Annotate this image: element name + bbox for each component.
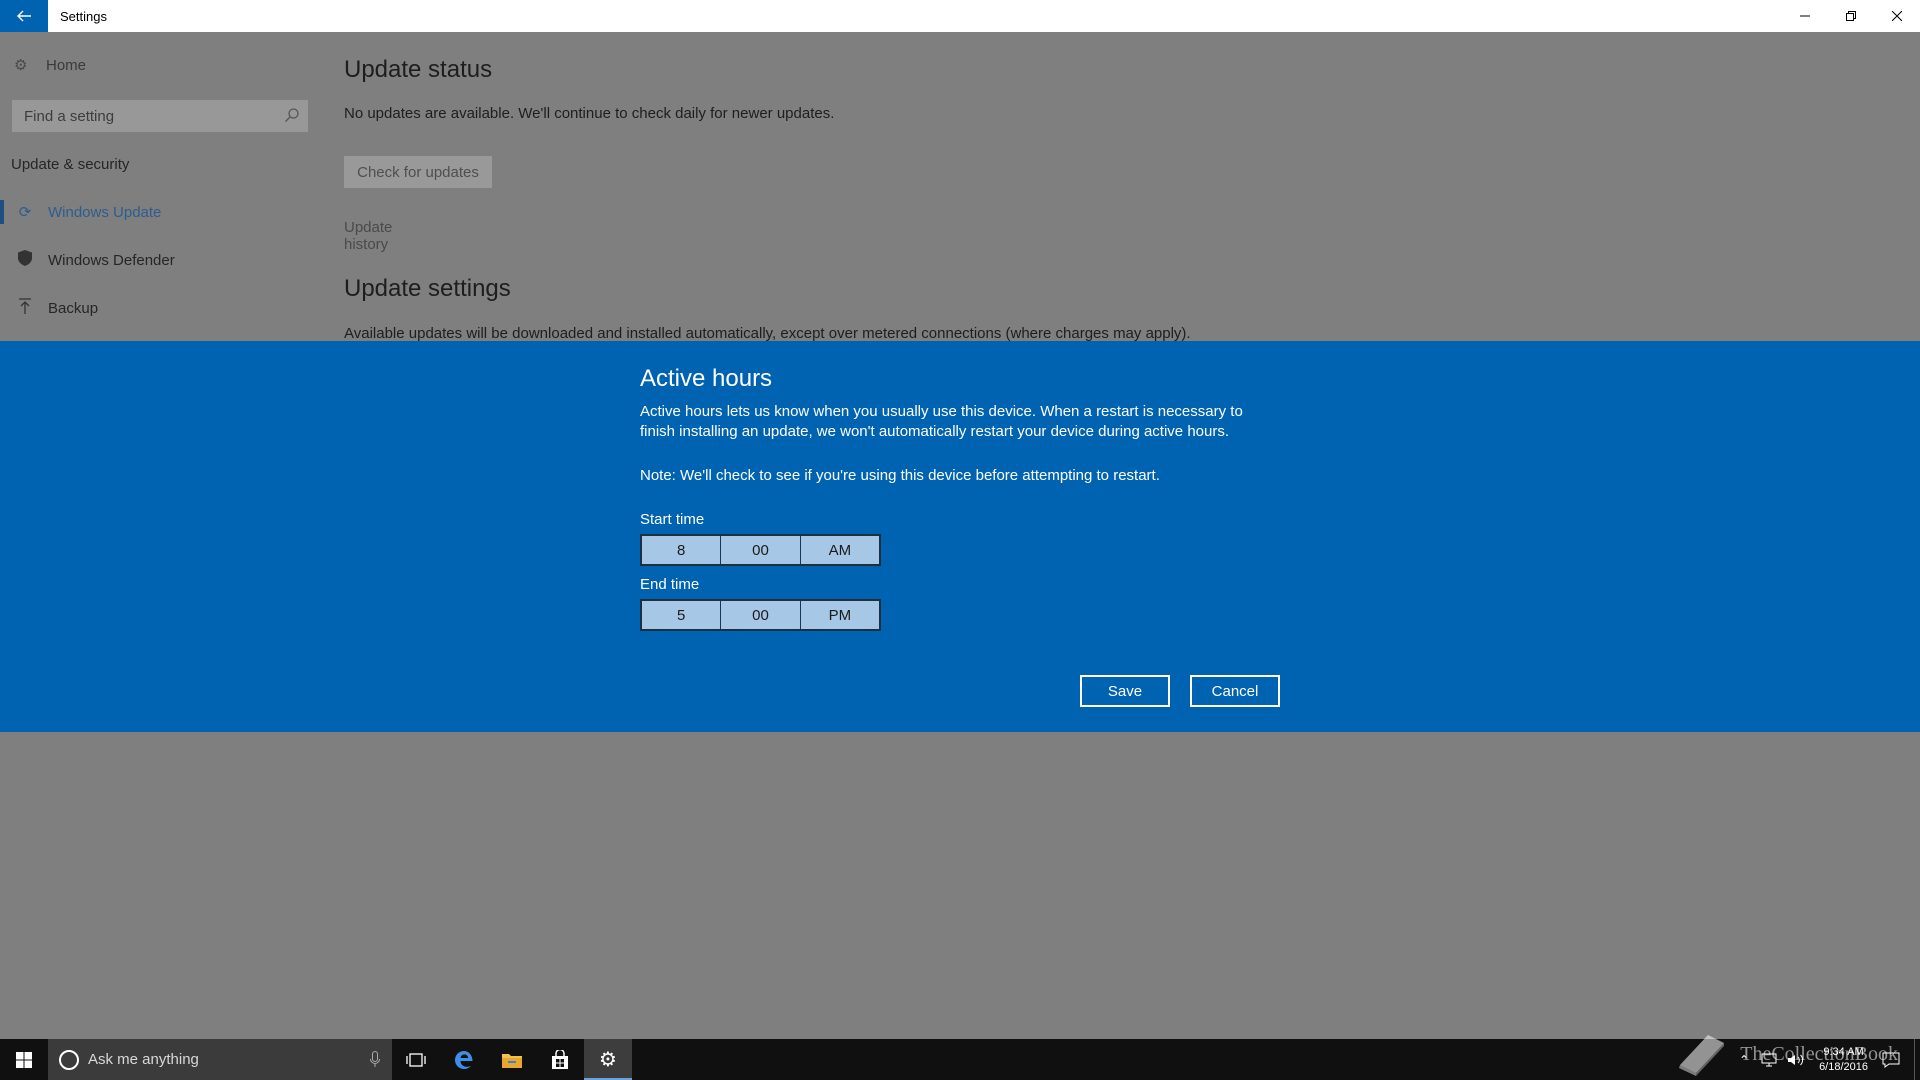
update-status-text: No updates are available. We'll continue… — [344, 105, 835, 122]
store-icon — [552, 1049, 568, 1069]
task-view-button[interactable] — [392, 1039, 440, 1080]
show-desktop-button[interactable] — [1914, 1039, 1920, 1080]
sidebar-section-title: Update & security — [11, 156, 130, 173]
sidebar-item-windows-defender[interactable]: Windows Defender — [0, 240, 175, 280]
update-history-link[interactable]: Update history — [344, 219, 392, 253]
settings-taskbar-button[interactable]: ⚙ — [584, 1039, 632, 1080]
window-controls — [1782, 0, 1920, 32]
end-minute[interactable]: 00 — [721, 601, 801, 629]
close-button[interactable] — [1874, 0, 1920, 32]
windows-logo-icon — [16, 1051, 32, 1068]
start-period[interactable]: AM — [801, 536, 879, 564]
shield-icon — [14, 250, 36, 270]
cortana-search-box[interactable] — [48, 1039, 392, 1080]
start-button[interactable] — [0, 1039, 48, 1080]
active-hours-dialog: Active hours Active hours lets us know w… — [0, 341, 1920, 732]
sidebar-item-label: Windows Defender — [48, 251, 175, 269]
start-time-picker[interactable]: 8 00 AM — [640, 534, 881, 566]
sidebar-item-windows-update[interactable]: ⟳ Windows Update — [0, 192, 161, 232]
restore-icon — [1846, 11, 1856, 21]
sidebar-item-label: Windows Update — [48, 203, 162, 221]
arrow-left-icon — [17, 10, 31, 22]
end-hour[interactable]: 5 — [642, 601, 722, 629]
cortana-input[interactable] — [88, 1051, 338, 1068]
start-minute[interactable]: 00 — [721, 536, 801, 564]
update-settings-heading: Update settings — [344, 275, 511, 302]
sidebar-item-label: Backup — [48, 299, 99, 317]
find-setting-search[interactable] — [12, 100, 308, 132]
save-button[interactable]: Save — [1080, 675, 1170, 707]
start-hour[interactable]: 8 — [642, 536, 722, 564]
dialog-note: Note: We'll check to see if you're using… — [640, 467, 1160, 484]
title-bar: Settings — [0, 0, 1920, 32]
end-time-picker[interactable]: 5 00 PM — [640, 599, 881, 631]
cortana-icon — [59, 1049, 79, 1070]
upload-arrow-icon — [14, 298, 36, 318]
minimize-button[interactable] — [1782, 0, 1828, 32]
watermark-text: TheCollectionBook — [1740, 1042, 1898, 1065]
end-time-label: End time — [640, 576, 700, 593]
gear-icon: ⚙ — [14, 57, 28, 74]
back-button[interactable] — [0, 0, 48, 32]
cancel-button[interactable]: Cancel — [1190, 675, 1280, 707]
check-for-updates-button[interactable]: Check for updates — [344, 156, 492, 188]
watermark: TheCollectionBook — [1674, 1031, 1898, 1077]
close-icon — [1892, 11, 1902, 21]
microphone-icon[interactable] — [370, 1051, 380, 1068]
edge-icon — [455, 1050, 473, 1069]
edge-button[interactable] — [440, 1039, 488, 1080]
store-button[interactable] — [536, 1039, 584, 1080]
book-icon — [1679, 1035, 1725, 1076]
active-indicator — [0, 200, 4, 224]
window-title: Settings — [60, 8, 107, 24]
task-view-icon — [406, 1052, 426, 1067]
search-icon — [285, 108, 299, 122]
file-explorer-icon — [502, 1053, 522, 1068]
end-period[interactable]: PM — [801, 601, 879, 629]
update-status-heading: Update status — [344, 56, 493, 83]
restore-button[interactable] — [1828, 0, 1874, 32]
search-input[interactable] — [24, 107, 274, 125]
file-explorer-button[interactable] — [488, 1039, 536, 1080]
sidebar-item-backup[interactable]: Backup — [0, 288, 98, 328]
update-settings-text: Available updates will be downloaded and… — [344, 325, 1191, 342]
dialog-body: Active hours lets us know when you usual… — [640, 403, 1243, 440]
minimize-icon — [1800, 15, 1810, 17]
refresh-icon: ⟳ — [18, 204, 32, 221]
sidebar-home-label: Home — [46, 56, 87, 74]
sidebar-home[interactable]: ⚙ Home — [14, 56, 87, 75]
settings-icon: ⚙ — [599, 1049, 617, 1071]
taskbar: ⚙ ⌃ 9:34 AM 6/18/2016 — [0, 1039, 1920, 1080]
dialog-title: Active hours — [640, 365, 773, 392]
start-time-label: Start time — [640, 511, 705, 528]
